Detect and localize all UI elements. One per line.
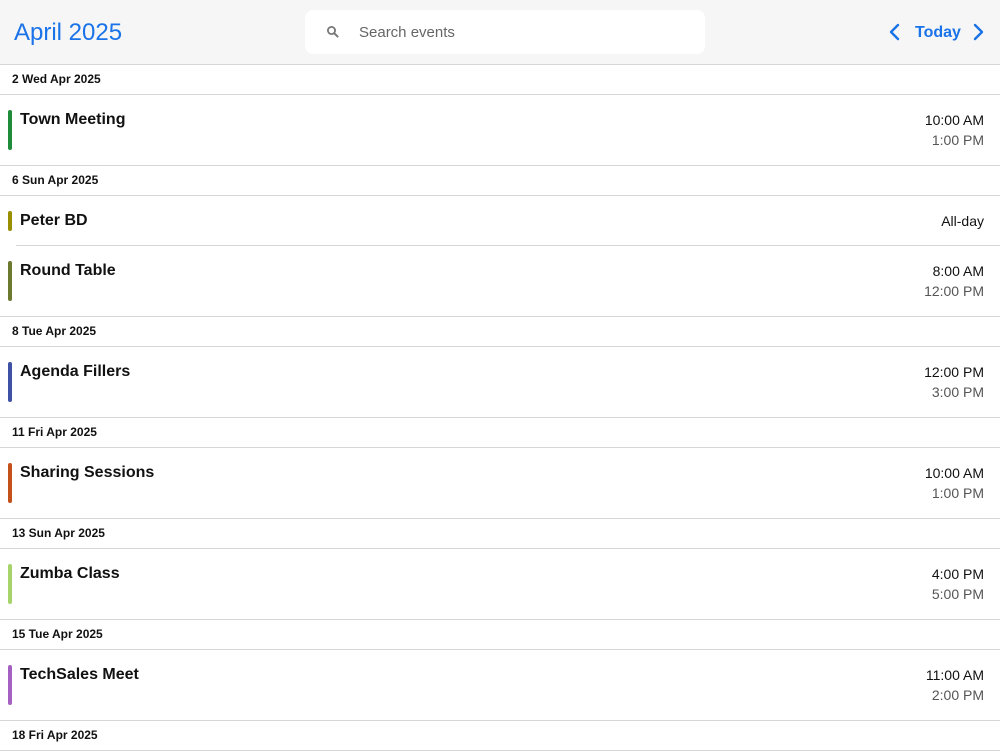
event-start-time: 8:00 AM (932, 263, 984, 279)
event-color-bar (8, 110, 12, 150)
day-header: 13 Sun Apr 2025 (0, 519, 1000, 549)
event-start-time: 12:00 PM (924, 364, 984, 380)
event-title: Peter BD (20, 212, 88, 229)
day-header: 6 Sun Apr 2025 (0, 166, 1000, 196)
event-start-time: 11:00 AM (925, 667, 984, 683)
event-start-time: 4:00 PM (931, 566, 984, 582)
event-end-time: 2:00 PM (931, 687, 984, 703)
event-end-time: 12:00 PM (924, 283, 984, 299)
event-item[interactable]: TechSales Meet 11:00 AM 2:00 PM (0, 650, 1000, 721)
event-item[interactable]: Agenda Fillers 12:00 PM 3:00 PM (0, 347, 1000, 418)
event-color-bar (8, 362, 12, 402)
search-box[interactable] (305, 10, 705, 54)
event-color-bar (8, 261, 12, 301)
event-item[interactable]: Sharing Sessions 10:00 AM 1:00 PM (0, 448, 1000, 519)
event-title: Agenda Fillers (20, 363, 131, 380)
event-item[interactable]: Peter BD All-day (0, 196, 1000, 246)
today-button[interactable]: Today (915, 22, 961, 44)
event-title: Round Table (20, 262, 116, 279)
event-end-time: 1:00 PM (931, 132, 984, 148)
event-title: Sharing Sessions (20, 464, 155, 481)
event-end-time: 1:00 PM (931, 485, 984, 501)
chevron-left-icon[interactable] (884, 20, 906, 44)
search-icon (325, 24, 341, 40)
calendar-header: April 2025 Today (0, 0, 1000, 65)
event-item[interactable]: Zumba Class 4:00 PM 5:00 PM (0, 549, 1000, 620)
event-all-day-label: All-day (941, 213, 984, 229)
day-header: 18 Fri Apr 2025 (0, 721, 1000, 751)
event-title: TechSales Meet (20, 666, 139, 683)
day-header: 15 Tue Apr 2025 (0, 620, 1000, 650)
event-item[interactable]: Round Table 8:00 AM 12:00 PM (0, 246, 1000, 317)
search-input[interactable] (359, 18, 689, 46)
month-title[interactable]: April 2025 (14, 18, 122, 48)
event-start-time: 10:00 AM (924, 465, 984, 481)
event-end-time: 3:00 PM (931, 384, 984, 400)
event-item[interactable]: Town Meeting 10:00 AM 1:00 PM (0, 95, 1000, 166)
event-color-bar (8, 665, 12, 705)
chevron-right-icon[interactable] (967, 20, 989, 44)
event-color-bar (8, 564, 12, 604)
day-header: 8 Tue Apr 2025 (0, 317, 1000, 347)
day-header: 11 Fri Apr 2025 (0, 418, 1000, 448)
event-start-time: 10:00 AM (924, 112, 984, 128)
day-header: 2 Wed Apr 2025 (0, 65, 1000, 95)
event-color-bar (8, 463, 12, 503)
event-color-bar (8, 211, 12, 231)
agenda-list: 2 Wed Apr 2025 Town Meeting 10:00 AM 1:0… (0, 65, 1000, 751)
event-end-time: 5:00 PM (931, 586, 984, 602)
event-title: Town Meeting (20, 111, 126, 128)
event-title: Zumba Class (20, 565, 120, 582)
